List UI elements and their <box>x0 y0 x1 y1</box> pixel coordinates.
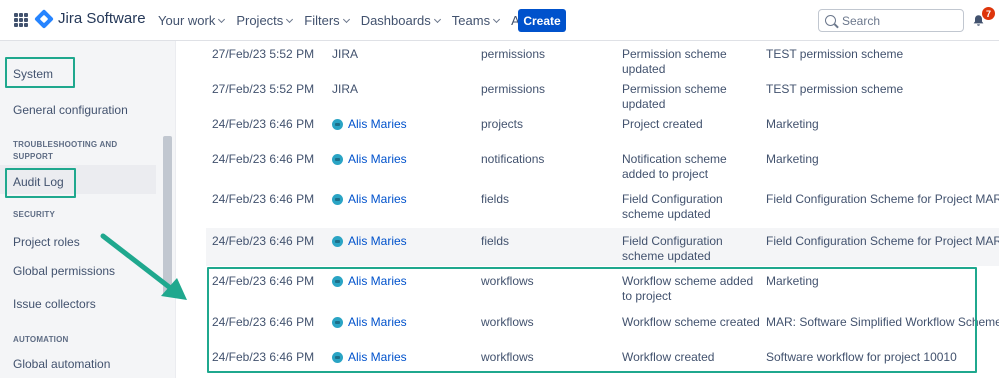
search-input[interactable]: Search <box>818 9 964 32</box>
jira-logo[interactable]: Jira Software <box>34 8 146 29</box>
summary-cell: Notification scheme added to project <box>622 152 727 181</box>
author-cell: Alis Maries <box>332 152 407 167</box>
category-cell: permissions <box>481 82 546 96</box>
author-cell: JIRA <box>332 82 359 96</box>
nav-filters[interactable]: Filters <box>304 13 350 28</box>
sidebar-item-global-automation[interactable]: Global automation <box>13 357 110 371</box>
user-link[interactable]: Alis Maries <box>348 152 407 167</box>
summary-cell: Field Configuration scheme updated <box>622 192 723 221</box>
nav-label: Filters <box>304 13 340 28</box>
object-cell: TEST permission scheme <box>766 47 904 61</box>
author-cell: Alis Maries <box>332 192 407 207</box>
user-avatar-icon <box>332 119 343 130</box>
date-cell: 24/Feb/23 6:46 PM <box>212 192 315 206</box>
category-cell: fields <box>481 234 510 248</box>
system-highlight-box <box>5 57 75 88</box>
sidebar-item-general-configuration[interactable]: General configuration <box>13 103 128 117</box>
user-link[interactable]: Alis Maries <box>348 192 407 207</box>
chevron-down-icon <box>342 15 350 23</box>
nav-label: Dashboards <box>360 13 431 28</box>
nav-dashboards[interactable]: Dashboards <box>360 13 441 28</box>
main-nav: Your work Projects Filters Dashboards Te… <box>158 0 562 41</box>
create-button[interactable]: Create <box>518 9 566 32</box>
search-icon <box>825 15 836 26</box>
sidebar-section-security: SECURITY <box>13 210 56 219</box>
table-row[interactable]: 27/Feb/23 5:52 PM JIRA permissions Permi… <box>206 47 999 77</box>
logo-text: Jira Software <box>58 10 146 27</box>
sidebar-section-troubleshooting: TROUBLESHOOTING AND SUPPORT <box>13 140 118 161</box>
author-cell: Alis Maries <box>332 234 407 249</box>
category-cell: fields <box>481 192 510 206</box>
audit-log-highlight-box <box>5 168 76 198</box>
nav-teams[interactable]: Teams <box>451 13 501 28</box>
table-row[interactable]: 24/Feb/23 6:46 PM Alis Maries projects P… <box>206 117 999 147</box>
top-navigation-bar: Jira Software Your work Projects Filters… <box>0 0 999 41</box>
nav-your-work[interactable]: Your work <box>158 13 226 28</box>
author-cell: Alis Maries <box>332 117 407 132</box>
category-cell: projects <box>481 117 524 131</box>
chevron-down-icon <box>286 15 294 23</box>
nav-label: Projects <box>236 13 284 28</box>
jira-logo-icon <box>34 8 54 29</box>
nav-label: Your work <box>158 13 216 28</box>
object-cell: Marketing <box>766 117 819 131</box>
annotation-arrow-icon <box>100 233 187 300</box>
summary-cell: Project created <box>622 117 703 131</box>
notification-badge: 7 <box>982 7 995 20</box>
nav-projects[interactable]: Projects <box>236 13 294 28</box>
sidebar-item-project-roles[interactable]: Project roles <box>13 235 80 249</box>
chevron-down-icon <box>218 15 226 23</box>
category-cell: permissions <box>481 47 546 61</box>
user-link[interactable]: Alis Maries <box>348 234 407 249</box>
user-link[interactable]: Alis Maries <box>348 117 407 132</box>
object-cell: Field Configuration Scheme for Project M… <box>766 192 999 206</box>
chevron-down-icon <box>433 15 441 23</box>
table-row[interactable]: 24/Feb/23 6:46 PM Alis Maries fields Fie… <box>206 192 999 228</box>
table-row[interactable]: 24/Feb/23 6:46 PM Alis Maries notificati… <box>206 152 999 190</box>
app-switcher-icon[interactable] <box>14 13 28 27</box>
date-cell: 24/Feb/23 6:46 PM <box>212 234 315 248</box>
summary-cell: Permission scheme updated <box>622 47 727 76</box>
summary-cell: Permission scheme updated <box>622 82 727 111</box>
date-cell: 27/Feb/23 5:52 PM <box>212 82 315 96</box>
table-row[interactable]: 27/Feb/23 5:52 PM JIRA permissions Permi… <box>206 82 999 112</box>
date-cell: 24/Feb/23 6:46 PM <box>212 152 315 166</box>
user-avatar-icon <box>332 154 343 165</box>
date-cell: 24/Feb/23 6:46 PM <box>212 117 315 131</box>
nav-label: Teams <box>451 13 491 28</box>
user-avatar-icon <box>332 236 343 247</box>
sidebar-item-issue-collectors[interactable]: Issue collectors <box>13 297 96 311</box>
author-cell: JIRA <box>332 47 359 61</box>
object-cell: Field Configuration Scheme for Project M… <box>766 234 999 248</box>
category-cell: notifications <box>481 152 545 166</box>
object-cell: TEST permission scheme <box>766 82 904 96</box>
table-row-hovered[interactable]: 24/Feb/23 6:46 PM Alis Maries fields Fie… <box>206 228 999 266</box>
date-cell: 27/Feb/23 5:52 PM <box>212 47 315 61</box>
object-cell: Marketing <box>766 152 819 166</box>
summary-cell: Field Configuration scheme updated <box>622 234 723 263</box>
user-avatar-icon <box>332 194 343 205</box>
sidebar-section-automation: AUTOMATION <box>13 335 69 344</box>
search-placeholder: Search <box>842 13 881 28</box>
chevron-down-icon <box>493 15 501 23</box>
workflow-rows-highlight-box <box>207 267 977 373</box>
